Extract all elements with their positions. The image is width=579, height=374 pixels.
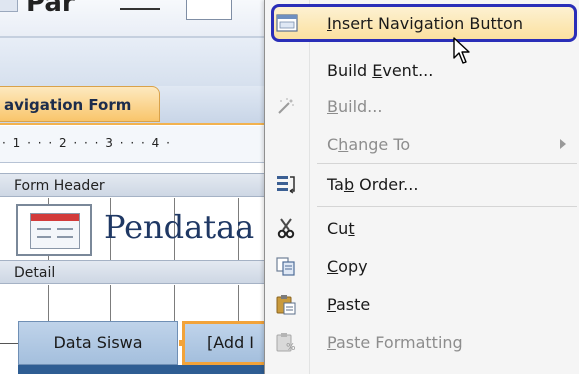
label-accel: P	[327, 294, 336, 314]
menu-item-copy[interactable]: Copy	[265, 246, 579, 286]
menu-item-paste-formatting[interactable]: % Paste Formatting	[265, 322, 579, 362]
clipboard-icon	[273, 292, 299, 316]
nav-bar-base	[18, 365, 270, 374]
connector-line	[0, 343, 18, 344]
detail-section-bar[interactable]: Detail	[0, 260, 270, 284]
menu-item-build[interactable]: Build...	[265, 86, 579, 126]
tab-label: avigation Form	[4, 96, 132, 114]
ribbon-lower-band	[0, 38, 270, 86]
menu-item-cut[interactable]: Cut	[265, 208, 579, 248]
paste-formatting-icon: %	[273, 330, 299, 354]
context-menu: Insert Navigation Button Build Event... …	[264, 0, 579, 374]
label-rest: nsert Navigation Button	[331, 13, 523, 33]
ruler-ticks: · 1 · · · 2 · · · 3 · · · 4 ·	[2, 136, 172, 150]
label-pre: Build	[327, 60, 373, 80]
menu-item-paste[interactable]: Paste	[265, 284, 579, 324]
nav-button-data-siswa[interactable]: Data Siswa	[18, 321, 178, 365]
ribbon-control[interactable]	[0, 0, 18, 12]
menu-item-label: Cut	[327, 219, 355, 238]
label-rest: opy	[338, 256, 368, 276]
menu-item-label: Build...	[327, 97, 382, 116]
label-accel: B	[327, 96, 338, 116]
label-accel: t	[348, 218, 355, 238]
ribbon-dropdown[interactable]	[186, 0, 232, 20]
label-accel: P	[327, 332, 336, 352]
menu-item-change-to[interactable]: Change To	[265, 124, 579, 164]
nav-button-add-new[interactable]: [Add I	[182, 321, 270, 365]
form-icon	[30, 213, 80, 249]
label-pre: Cu	[327, 218, 349, 238]
copy-icon	[273, 254, 299, 278]
menu-item-label: Tab Order...	[327, 175, 418, 194]
horizontal-ruler[interactable]: · 1 · · · 2 · · · 3 · · · 4 ·	[0, 126, 270, 163]
menu-item-label: Insert Navigation Button	[327, 14, 523, 33]
menu-item-label: Change To	[327, 135, 410, 154]
label-pre: Ta	[327, 174, 344, 194]
form-header-label: Form Header	[14, 178, 105, 194]
ribbon-line-control	[120, 8, 160, 10]
svg-text:%: %	[286, 342, 296, 353]
label-accel: b	[343, 174, 355, 194]
form-title-label[interactable]: Pendataa	[104, 208, 254, 246]
detail-label: Detail	[14, 265, 56, 281]
tab-navigation-form[interactable]: avigation Form	[0, 86, 160, 122]
menu-item-insert-navigation-button[interactable]: Insert Navigation Button	[271, 4, 577, 42]
form-header-area[interactable]: Pendataa	[0, 198, 270, 260]
resize-handle[interactable]	[179, 340, 185, 346]
label-accel: E	[372, 60, 383, 80]
label-rest: Order...	[354, 174, 419, 194]
form-logo[interactable]	[16, 204, 92, 256]
menu-item-label: Copy	[327, 257, 368, 276]
label-rest: uild...	[337, 96, 383, 116]
menu-item-label: Build Event...	[327, 61, 433, 80]
detail-area[interactable]: Data Siswa [Add I	[0, 285, 270, 374]
label-rest: vent...	[382, 60, 434, 80]
label-accel: h	[338, 134, 349, 154]
menu-item-tab-order[interactable]: Tab Order...	[265, 164, 579, 204]
label-rest: ange To	[348, 134, 411, 154]
label-pre: C	[327, 134, 339, 154]
ribbon-font-glyph: Par	[26, 0, 75, 18]
build-wand-icon	[273, 94, 299, 118]
form-header-section-bar[interactable]: Form Header	[0, 173, 270, 197]
mouse-pointer-icon	[453, 37, 470, 64]
insert-nav-button-icon	[274, 11, 300, 35]
menu-item-label: Paste	[327, 295, 370, 314]
label-accel: C	[327, 256, 339, 276]
ribbon-fragment: Par	[0, 0, 270, 36]
label-rest: aste Formatting	[335, 332, 463, 352]
menu-item-build-event[interactable]: Build Event...	[265, 50, 579, 90]
menu-item-label: Paste Formatting	[327, 333, 463, 352]
scissors-icon	[273, 216, 299, 240]
label-rest: aste	[335, 294, 371, 314]
tab-order-icon	[273, 172, 299, 196]
menu-separator	[317, 206, 577, 207]
submenu-arrow-icon	[560, 139, 566, 149]
